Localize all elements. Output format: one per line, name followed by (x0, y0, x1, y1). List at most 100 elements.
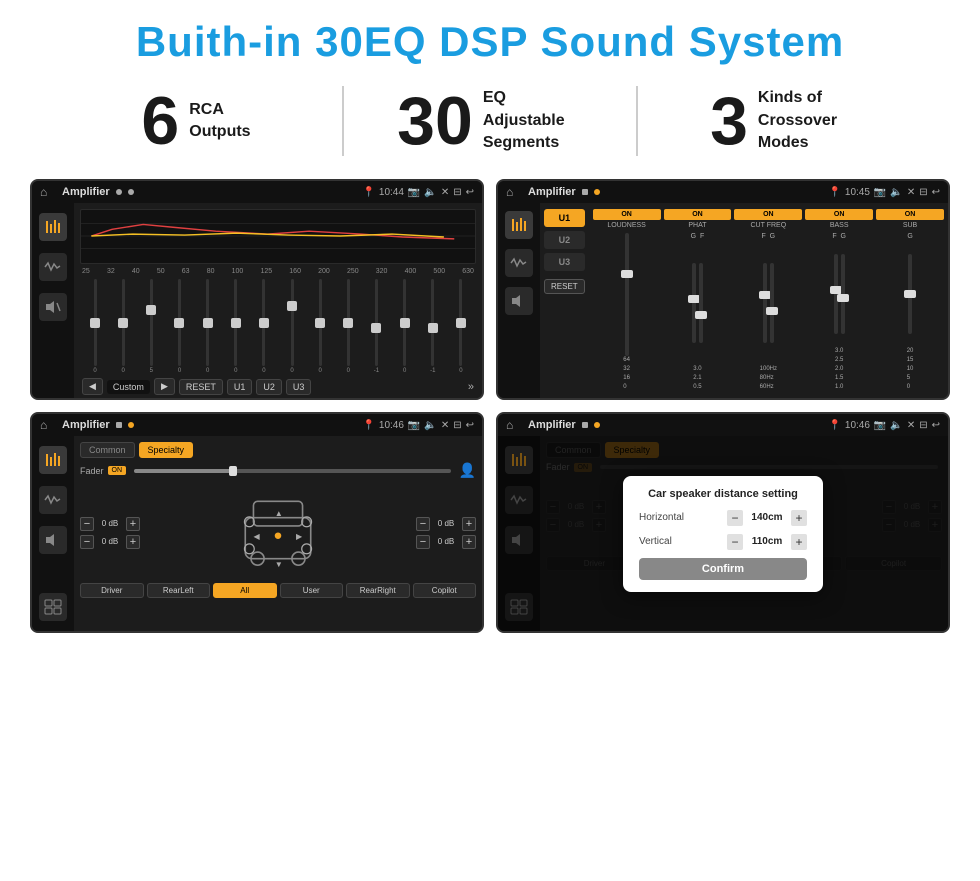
eq-slider-11[interactable]: -1 (363, 279, 389, 374)
u-buttons-col: U1 U2 U3 RESET (540, 203, 589, 398)
eq-slider-2[interactable]: 0 (110, 279, 136, 374)
minus-btn-3[interactable]: − (416, 517, 430, 531)
phat-slider[interactable] (692, 240, 703, 365)
minimize-icon-1: ⊟ (453, 187, 461, 198)
plus-btn-2[interactable]: + (126, 535, 140, 549)
eq-slider-7[interactable]: 0 (251, 279, 277, 374)
waveform-icon-3[interactable] (39, 486, 67, 514)
home-icon-4[interactable]: ⌂ (506, 417, 522, 433)
tab-specialty-3[interactable]: Specialty (139, 442, 194, 458)
dialog-vertical-row: Vertical − 110cm + (639, 534, 807, 550)
screen3-tabs: Common Specialty (80, 442, 476, 458)
rearleft-btn[interactable]: RearLeft (147, 583, 211, 598)
loudness-slider[interactable] (625, 233, 629, 356)
sub-slider[interactable] (908, 240, 912, 347)
fader-slider-track[interactable] (134, 469, 451, 473)
reset-eq-btn[interactable]: RESET (179, 379, 223, 395)
back-icon-2[interactable]: ↩ (932, 187, 940, 198)
vertical-plus-btn[interactable]: + (791, 534, 807, 550)
bass-on-btn[interactable]: ON (805, 209, 873, 220)
expand-icon[interactable]: » (468, 381, 474, 393)
rearright-btn[interactable]: RearRight (346, 583, 410, 598)
sub-on-btn[interactable]: ON (876, 209, 944, 220)
eq-slider-14[interactable]: 0 (448, 279, 474, 374)
minus-btn-2[interactable]: − (80, 535, 94, 549)
phat-label: PHAT (688, 222, 706, 229)
next-preset-btn[interactable]: ▶ (154, 378, 175, 395)
waveform-icon-2[interactable] (505, 249, 533, 277)
car-diagram: ▲ ▼ ◀ ▶ (146, 485, 410, 580)
all-btn[interactable]: All (213, 583, 277, 598)
svg-text:◀: ◀ (253, 532, 260, 541)
confirm-button[interactable]: Confirm (639, 558, 807, 580)
back-icon-1[interactable]: ↩ (466, 187, 474, 198)
eq-slider-4[interactable]: 0 (166, 279, 192, 374)
speaker-layout-icon[interactable] (39, 593, 67, 621)
stat-rca: 6 RCAOutputs (60, 87, 332, 155)
stat-divider-1 (342, 86, 344, 156)
screen3-dot2 (128, 422, 134, 428)
eq-filter-icon-2[interactable] (505, 211, 533, 239)
svg-text:▶: ▶ (296, 532, 303, 541)
eq-slider-12[interactable]: 0 (392, 279, 418, 374)
eq-slider-8[interactable]: 0 (279, 279, 305, 374)
reset-cross-btn[interactable]: RESET (544, 279, 585, 294)
screen3-time: 10:46 (379, 420, 404, 431)
eq-slider-9[interactable]: 0 (307, 279, 333, 374)
phat-on-btn[interactable]: ON (664, 209, 732, 220)
loudness-on-btn[interactable]: ON (593, 209, 661, 220)
eq-slider-10[interactable]: 0 (335, 279, 361, 374)
stat-number-6: 6 (141, 87, 179, 155)
driver-btn[interactable]: Driver (80, 583, 144, 598)
tab-common-3[interactable]: Common (80, 442, 135, 458)
eq-slider-1[interactable]: 0 (82, 279, 108, 374)
plus-btn-1[interactable]: + (126, 517, 140, 531)
vertical-minus-btn[interactable]: − (727, 534, 743, 550)
back-icon-4[interactable]: ↩ (932, 420, 940, 431)
copilot-btn[interactable]: Copilot (413, 583, 477, 598)
volume-down-icon[interactable] (39, 293, 67, 321)
u1-preset-btn[interactable]: U1 (544, 209, 585, 227)
volume-icon-3: 🔈 (424, 420, 436, 431)
eq-sliders-row: 0 0 5 0 0 0 0 0 0 0 -1 0 -1 0 (80, 279, 476, 374)
screen4-time: 10:46 (845, 420, 870, 431)
volume-icon-sb-3[interactable] (39, 526, 67, 554)
u3-preset-btn[interactable]: U3 (544, 253, 585, 271)
eq-slider-6[interactable]: 0 (223, 279, 249, 374)
eq-filter-icon[interactable] (39, 213, 67, 241)
volume-icon-sb-2[interactable] (505, 287, 533, 315)
prev-preset-btn[interactable]: ◀ (82, 378, 103, 395)
eq-slider-13[interactable]: -1 (420, 279, 446, 374)
eq-slider-3[interactable]: 5 (138, 279, 164, 374)
screen3-dot1 (116, 422, 122, 428)
home-icon-1[interactable]: ⌂ (40, 184, 56, 200)
screen1-eq: ⌂ Amplifier 📍 10:44 📷 🔈 ✕ ⊟ ↩ (30, 179, 484, 400)
horizontal-minus-btn[interactable]: − (727, 510, 743, 526)
minus-btn-1[interactable]: − (80, 517, 94, 531)
u2-preset-btn[interactable]: U2 (544, 231, 585, 249)
close-icon-2: ✕ (907, 187, 915, 198)
horizontal-plus-btn[interactable]: + (791, 510, 807, 526)
eq-graph (80, 209, 476, 264)
plus-btn-3[interactable]: + (462, 517, 476, 531)
cutfreq-on-btn[interactable]: ON (734, 209, 802, 220)
home-icon-3[interactable]: ⌂ (40, 417, 56, 433)
screen2-time: 10:45 (845, 187, 870, 198)
user-btn-3[interactable]: User (280, 583, 344, 598)
minus-btn-4[interactable]: − (416, 535, 430, 549)
cutfreq-slider[interactable] (763, 240, 774, 365)
page-title: Buith-in 30EQ DSP Sound System (0, 0, 980, 76)
u2-btn[interactable]: U2 (256, 379, 282, 395)
back-icon-3[interactable]: ↩ (466, 420, 474, 431)
camera-icon-3: 📷 (408, 420, 420, 431)
eq-filter-icon-3[interactable] (39, 446, 67, 474)
waveform-icon[interactable] (39, 253, 67, 281)
bass-slider[interactable] (834, 240, 845, 347)
eq-slider-5[interactable]: 0 (195, 279, 221, 374)
u1-btn[interactable]: U1 (227, 379, 253, 395)
home-icon-2[interactable]: ⌂ (506, 184, 522, 200)
fader-on-badge[interactable]: ON (108, 466, 127, 475)
plus-btn-4[interactable]: + (462, 535, 476, 549)
minimize-icon-2: ⊟ (919, 187, 927, 198)
u3-btn[interactable]: U3 (286, 379, 312, 395)
